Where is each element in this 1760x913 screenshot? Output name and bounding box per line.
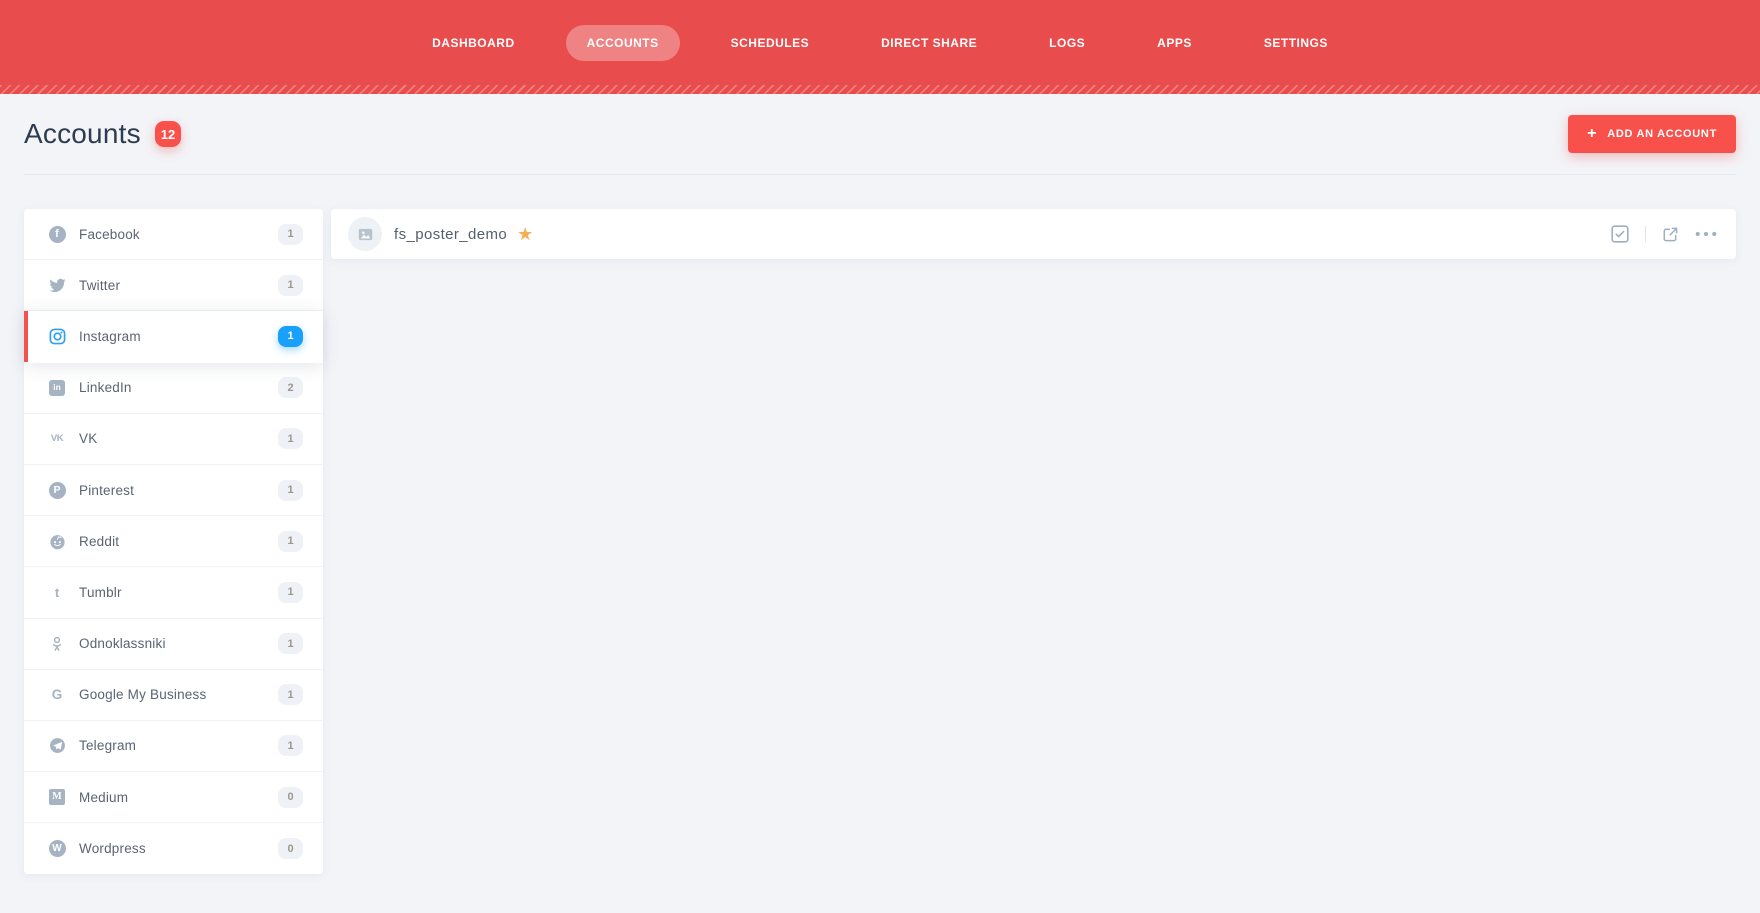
nav-item-accounts[interactable]: ACCOUNTS xyxy=(565,25,680,61)
sidebar-item-instagram[interactable]: Instagram 1 xyxy=(24,311,323,363)
sidebar-item-medium[interactable]: M Medium 0 xyxy=(24,772,323,824)
medium-icon: M xyxy=(48,789,66,806)
network-count-badge: 1 xyxy=(278,428,303,450)
sidebar-item-facebook[interactable]: f Facebook 1 xyxy=(24,209,323,261)
network-count-badge: 0 xyxy=(278,786,303,808)
divider xyxy=(1645,226,1646,242)
nav-item-logs[interactable]: LOGS xyxy=(1028,25,1106,61)
favorite-star-icon[interactable]: ★ xyxy=(517,225,533,243)
linkedin-icon: in xyxy=(48,379,66,396)
account-avatar xyxy=(348,217,382,251)
tumblr-icon: t xyxy=(54,584,60,600)
sidebar-item-label: Wordpress xyxy=(79,841,146,857)
sidebar-item-label: Pinterest xyxy=(79,482,135,498)
sidebar-item-label: LinkedIn xyxy=(79,380,132,396)
add-account-button[interactable]: + ADD AN ACCOUNT xyxy=(1568,115,1736,153)
network-count-badge: 1 xyxy=(278,684,303,706)
sidebar-item-odnoklassniki[interactable]: Odnoklassniki 1 xyxy=(24,618,323,670)
wordpress-icon: W xyxy=(48,840,66,858)
sidebar-item-tumblr[interactable]: t Tumblr 1 xyxy=(24,567,323,619)
network-count-badge: 1 xyxy=(278,223,303,245)
vk-icon: VK xyxy=(50,433,64,445)
page-header: Accounts 12 + ADD AN ACCOUNT xyxy=(24,94,1736,175)
app-root: DASHBOARD ACCOUNTS SCHEDULES DIRECT SHARE LO… xyxy=(0,0,1760,875)
ellipsis-icon xyxy=(1695,231,1717,237)
sidebar-item-label: Medium xyxy=(79,789,129,805)
sidebar-item-linkedin[interactable]: in LinkedIn 2 xyxy=(24,362,323,414)
select-account-checkbox[interactable] xyxy=(1611,225,1629,243)
nav-item-dashboard[interactable]: DASHBOARD xyxy=(411,25,536,61)
facebook-icon: f xyxy=(48,225,66,243)
network-count-badge: 1 xyxy=(278,735,303,757)
sidebar-item-label: Odnoklassniki xyxy=(79,636,166,652)
sidebar-item-label: Telegram xyxy=(79,738,137,754)
network-count-badge: 2 xyxy=(278,377,303,399)
network-count-badge: 1 xyxy=(278,274,303,296)
account-row: fs_poster_demo ★ xyxy=(331,209,1736,259)
sidebar-item-label: Tumblr xyxy=(79,584,122,600)
network-count-badge: 1 xyxy=(278,479,303,501)
accounts-count-badge: 12 xyxy=(154,121,182,147)
page-title: Accounts xyxy=(24,118,141,149)
plus-icon: + xyxy=(1587,124,1598,142)
accounts-panel: fs_poster_demo ★ xyxy=(331,209,1736,259)
network-count-badge: 1 xyxy=(278,325,303,347)
image-placeholder-icon xyxy=(358,228,372,240)
content-area: f Facebook 1 Twitter 1 Instagram 1 in Li… xyxy=(24,209,1736,875)
pinterest-icon: P xyxy=(48,481,66,499)
title-wrap: Accounts 12 xyxy=(24,118,182,150)
nav-stripe-pattern xyxy=(0,85,1760,94)
twitter-icon xyxy=(48,277,66,294)
sidebar-item-vk[interactable]: VK VK 1 xyxy=(24,413,323,465)
reddit-icon xyxy=(48,533,66,550)
nav-item-apps[interactable]: APPS xyxy=(1136,25,1213,61)
add-account-label: ADD AN ACCOUNT xyxy=(1607,128,1717,140)
network-count-badge: 1 xyxy=(278,530,303,552)
sidebar-item-telegram[interactable]: Telegram 1 xyxy=(24,720,323,773)
nav-item-schedules[interactable]: SCHEDULES xyxy=(710,25,831,61)
row-actions xyxy=(1611,225,1717,243)
sidebar-item-label: VK xyxy=(79,431,98,447)
sidebar-item-reddit[interactable]: Reddit 1 xyxy=(24,516,323,568)
sidebar-item-label: Reddit xyxy=(79,533,120,549)
odnoklassniki-icon xyxy=(48,636,66,652)
networks-sidebar: f Facebook 1 Twitter 1 Instagram 1 in Li… xyxy=(24,209,323,875)
instagram-icon xyxy=(48,328,66,345)
network-count-badge: 1 xyxy=(278,633,303,655)
network-count-badge: 0 xyxy=(278,838,303,860)
sidebar-item-google-my-business[interactable]: G Google My Business 1 xyxy=(24,669,323,721)
sidebar-item-label: Instagram xyxy=(79,328,141,344)
sidebar-item-label: Twitter xyxy=(79,277,121,293)
top-nav: DASHBOARD ACCOUNTS SCHEDULES DIRECT SHARE LO… xyxy=(0,0,1760,94)
account-name: fs_poster_demo xyxy=(394,225,508,243)
nav-item-direct-share[interactable]: DIRECT SHARE xyxy=(860,25,998,61)
sidebar-item-label: Facebook xyxy=(79,226,140,242)
network-count-badge: 1 xyxy=(278,581,303,603)
sidebar-item-pinterest[interactable]: P Pinterest 1 xyxy=(24,464,323,517)
more-actions-button[interactable] xyxy=(1695,231,1717,237)
sidebar-item-label: Google My Business xyxy=(79,687,207,703)
external-link-icon[interactable] xyxy=(1662,226,1679,243)
nav-item-settings[interactable]: SETTINGS xyxy=(1243,25,1349,61)
sidebar-item-twitter[interactable]: Twitter 1 xyxy=(24,260,323,312)
google-icon: G xyxy=(51,687,63,703)
sidebar-item-wordpress[interactable]: W Wordpress 0 xyxy=(24,823,323,875)
telegram-icon xyxy=(48,737,66,754)
